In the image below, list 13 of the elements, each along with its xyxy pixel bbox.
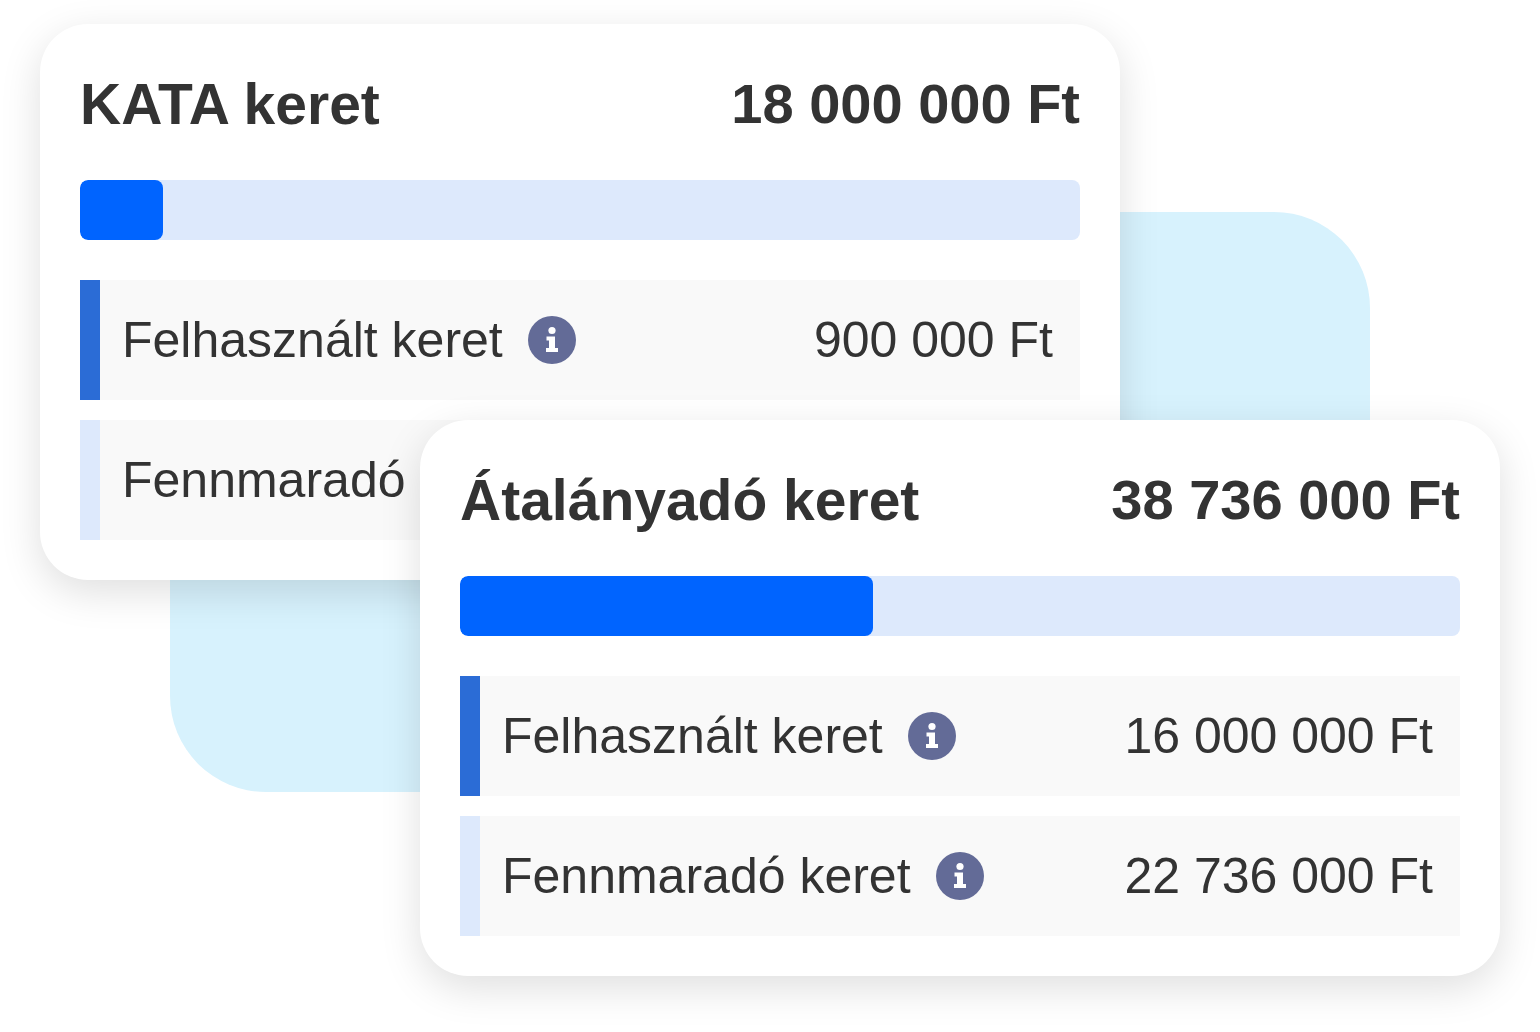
row-value: 900 000 Ft — [813, 315, 1053, 365]
row-value: 22 736 000 Ft — [1124, 851, 1433, 901]
row-value: 16 000 000 Ft — [1124, 711, 1433, 761]
card-amount: 38 736 000 Ft — [1111, 472, 1460, 528]
info-icon[interactable] — [935, 852, 984, 900]
row-label: Felhasznált keret — [122, 315, 503, 365]
card-amount: 18 000 000 Ft — [731, 76, 1080, 132]
row-label: Fennmaradó — [122, 455, 406, 505]
row-label: Felhasznált keret — [502, 711, 883, 761]
info-icon[interactable] — [527, 316, 576, 364]
row-label: Fennmaradó keret — [502, 851, 911, 901]
info-icon[interactable] — [907, 712, 956, 760]
card-title: KATA keret — [80, 75, 380, 133]
